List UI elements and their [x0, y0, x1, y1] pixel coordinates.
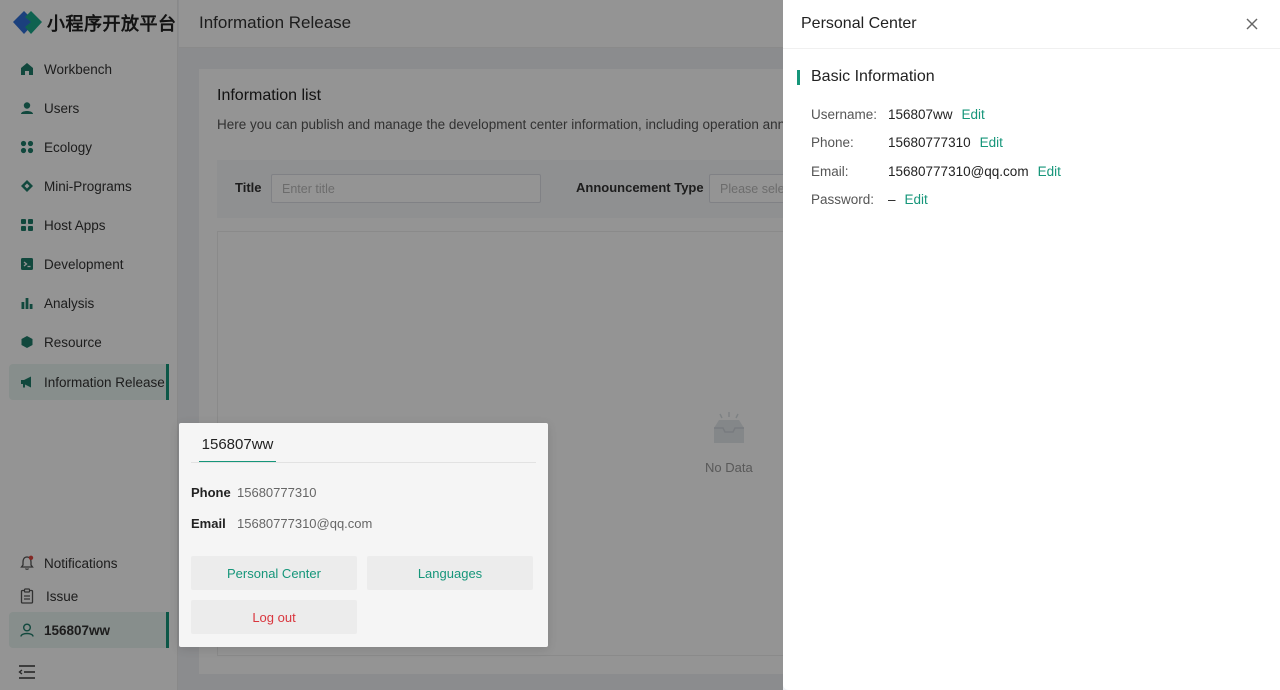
- email-label: Email:: [811, 164, 849, 179]
- popover-divider: [191, 462, 536, 463]
- user-popover: 156807ww Phone 15680777310 Email 1568077…: [179, 423, 548, 647]
- section-title: Basic Information: [811, 68, 935, 85]
- username-value: 156807ww: [888, 107, 953, 122]
- popover-phone-row: Phone 15680777310: [191, 485, 317, 500]
- popover-username-tab[interactable]: 156807ww: [199, 436, 276, 463]
- phone-value: 15680777310: [888, 135, 971, 150]
- logout-button[interactable]: Log out: [191, 600, 357, 634]
- edit-phone-link[interactable]: Edit: [980, 135, 1003, 150]
- close-icon[interactable]: [1244, 16, 1260, 32]
- phone-label: Phone:: [811, 135, 854, 150]
- phone-row: Phone: 15680777310 Edit: [811, 135, 1003, 150]
- email-value: 15680777310@qq.com: [888, 164, 1029, 179]
- popover-email-label: Email: [191, 516, 226, 531]
- personal-center-drawer: Personal Center Basic Information Userna…: [783, 0, 1280, 690]
- password-label: Password:: [811, 192, 875, 207]
- drawer-header: Personal Center: [783, 0, 1280, 49]
- username-label: Username:: [811, 107, 878, 122]
- popover-email-row: Email 15680777310@qq.com: [191, 516, 372, 531]
- edit-password-link[interactable]: Edit: [905, 192, 928, 207]
- edit-email-link[interactable]: Edit: [1038, 164, 1061, 179]
- popover-phone-value: 15680777310: [237, 485, 317, 500]
- email-row: Email: 15680777310@qq.com Edit: [811, 164, 1061, 179]
- section-accent-bar: [797, 70, 800, 85]
- password-value: –: [888, 192, 896, 207]
- edit-username-link[interactable]: Edit: [962, 107, 985, 122]
- password-row: Password: – Edit: [811, 192, 928, 207]
- username-row: Username: 156807ww Edit: [811, 107, 985, 122]
- languages-button[interactable]: Languages: [367, 556, 533, 590]
- popover-email-value: 15680777310@qq.com: [237, 516, 373, 531]
- popover-phone-label: Phone: [191, 485, 231, 500]
- personal-center-button[interactable]: Personal Center: [191, 556, 357, 590]
- drawer-title: Personal Center: [801, 15, 917, 32]
